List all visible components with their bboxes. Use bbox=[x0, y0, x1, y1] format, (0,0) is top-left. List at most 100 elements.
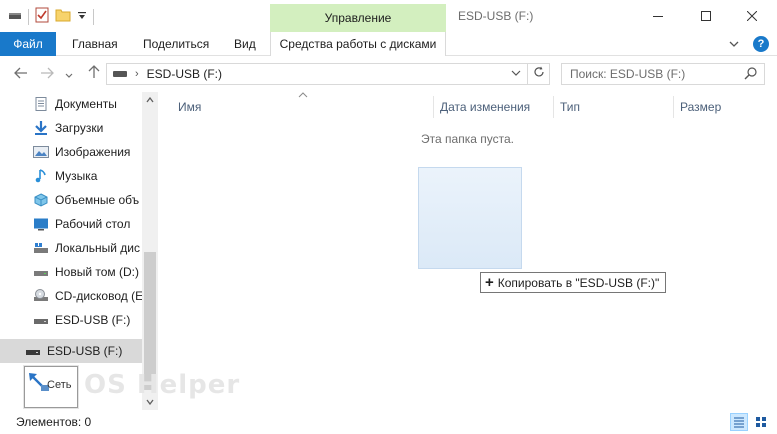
title-bar: Управление ESD-USB (F:) bbox=[0, 0, 777, 32]
details-view-icon bbox=[734, 417, 744, 428]
sidebar-item-pictures[interactable]: Изображения bbox=[0, 140, 142, 164]
minimize-icon bbox=[653, 16, 663, 17]
tab-home[interactable]: Главная bbox=[60, 32, 130, 56]
properties-icon[interactable] bbox=[35, 7, 49, 26]
dragged-network-item: Сеть bbox=[24, 366, 78, 408]
sidebar-item-label: Изображения bbox=[55, 145, 131, 159]
maximize-button[interactable] bbox=[686, 4, 726, 28]
sidebar-item-label: Новый том (D:) bbox=[55, 265, 139, 279]
sidebar-item-label: CD-дисковод (E bbox=[55, 289, 142, 303]
dragged-item-label: Сеть bbox=[47, 379, 72, 391]
sidebar-item-music[interactable]: Музыка bbox=[0, 164, 142, 188]
sidebar-item-label: Музыка bbox=[55, 169, 98, 183]
drop-tooltip: + Копировать в "ESD-USB (F:)" bbox=[480, 272, 667, 293]
details-view-button[interactable] bbox=[730, 413, 748, 431]
context-tab-group-manage: Управление bbox=[270, 4, 446, 32]
column-header-date[interactable]: Дата изменения bbox=[440, 96, 530, 118]
recent-locations-button[interactable] bbox=[58, 64, 80, 84]
address-path[interactable]: ESD-USB (F:) bbox=[147, 67, 222, 81]
arrow-up-icon bbox=[88, 65, 100, 78]
customize-toolbar-icon[interactable] bbox=[77, 10, 87, 24]
address-history-dropdown[interactable] bbox=[507, 65, 525, 83]
toolbar-divider bbox=[28, 8, 29, 25]
watermark-logo: OS Helper bbox=[84, 370, 241, 400]
window-title: ESD-USB (F:) bbox=[458, 9, 534, 23]
expand-ribbon-button[interactable] bbox=[729, 37, 739, 51]
column-header-name[interactable]: Имя bbox=[178, 96, 201, 118]
sidebar-item-downloads[interactable]: Загрузки bbox=[0, 116, 142, 140]
sidebar-item-label: Рабочий стол bbox=[55, 217, 131, 231]
up-button[interactable] bbox=[83, 64, 105, 84]
large-icons-view-icon bbox=[756, 417, 766, 427]
column-divider[interactable] bbox=[673, 96, 674, 118]
sort-ascending-icon bbox=[298, 90, 308, 101]
search-icon[interactable] bbox=[744, 66, 758, 83]
address-bar[interactable]: › ESD-USB (F:) bbox=[106, 63, 550, 85]
forward-button[interactable] bbox=[36, 64, 58, 84]
search-input[interactable]: Поиск: ESD-USB (F:) bbox=[561, 63, 765, 85]
column-divider[interactable] bbox=[433, 96, 434, 118]
status-bar: Элементов: 0 bbox=[0, 410, 777, 434]
usb-drive-icon bbox=[34, 319, 48, 324]
large-icons-view-button[interactable] bbox=[752, 413, 770, 431]
pictures-icon bbox=[33, 146, 49, 158]
item-count: Элементов: 0 bbox=[16, 415, 92, 429]
drive-icon[interactable] bbox=[8, 9, 22, 24]
chevron-down-icon bbox=[65, 73, 73, 78]
tab-view[interactable]: Вид bbox=[222, 32, 268, 56]
cd-drive-icon bbox=[34, 289, 48, 301]
chevron-right-icon[interactable]: › bbox=[135, 68, 139, 80]
plus-icon: + bbox=[485, 274, 494, 291]
sidebar-item-label: ESD-USB (F:) bbox=[55, 313, 131, 327]
column-header-size[interactable]: Размер bbox=[680, 96, 721, 118]
close-icon bbox=[747, 11, 757, 21]
help-button[interactable]: ? bbox=[753, 36, 769, 52]
sidebar-item-documents[interactable]: Документы bbox=[0, 92, 142, 116]
sidebar-item-label: Локальный дис bbox=[55, 241, 140, 255]
quick-access-toolbar bbox=[8, 7, 94, 26]
tab-file[interactable]: Файл bbox=[0, 32, 56, 56]
sidebar-item-new-volume-d[interactable]: Новый том (D:) bbox=[0, 260, 142, 284]
minimize-button[interactable] bbox=[638, 4, 678, 28]
arrow-right-icon bbox=[41, 67, 54, 79]
sidebar-item-esd-usb[interactable]: ESD-USB (F:) bbox=[0, 308, 142, 332]
nav-pane-scrollbar[interactable] bbox=[142, 92, 158, 410]
music-icon bbox=[35, 169, 46, 183]
new-folder-icon[interactable] bbox=[55, 8, 71, 25]
close-button[interactable] bbox=[732, 4, 772, 28]
tab-share[interactable]: Поделиться bbox=[131, 32, 221, 56]
local-disk-icon bbox=[34, 243, 48, 253]
usb-drive-icon bbox=[26, 350, 40, 355]
chevron-down-icon bbox=[729, 41, 739, 47]
drive-icon bbox=[34, 271, 48, 276]
scroll-up-button[interactable] bbox=[142, 92, 158, 108]
downloads-icon bbox=[35, 121, 47, 135]
file-list[interactable]: Имя Дата изменения Тип Размер Эта папка … bbox=[158, 92, 777, 410]
documents-icon bbox=[35, 97, 47, 111]
tab-drive-tools[interactable]: Средства работы с дисками bbox=[270, 32, 446, 56]
sidebar-item-label: ESD-USB (F:) bbox=[47, 344, 123, 358]
ribbon-tabs: Файл Главная Поделиться Вид Средства раб… bbox=[0, 32, 777, 56]
empty-folder-message: Эта папка пуста. bbox=[421, 132, 514, 146]
refresh-icon bbox=[533, 66, 544, 77]
sidebar-item-esd-usb-selected[interactable]: ESD-USB (F:) bbox=[0, 339, 142, 363]
sidebar-item-local-disk[interactable]: Локальный дис bbox=[0, 236, 142, 260]
3d-objects-icon bbox=[34, 193, 48, 207]
search-placeholder: Поиск: ESD-USB (F:) bbox=[570, 67, 686, 81]
sidebar-item-desktop[interactable]: Рабочий стол bbox=[0, 212, 142, 236]
chevron-down-icon bbox=[511, 70, 521, 76]
refresh-button[interactable] bbox=[527, 64, 549, 84]
drop-tooltip-text: Копировать в "ESD-USB (F:)" bbox=[497, 275, 660, 290]
toolbar-divider bbox=[93, 8, 94, 25]
drive-icon bbox=[113, 71, 127, 77]
sidebar-item-3d-objects[interactable]: Объемные объ bbox=[0, 188, 142, 212]
column-header-type[interactable]: Тип bbox=[560, 96, 580, 118]
desktop-icon bbox=[34, 218, 48, 231]
back-button[interactable] bbox=[10, 64, 32, 84]
ribbon-right-controls: ? bbox=[729, 36, 769, 52]
maximize-icon bbox=[701, 11, 711, 21]
sidebar-item-label: Объемные объ bbox=[55, 193, 140, 207]
address-row: › ESD-USB (F:) Поиск: ESD-USB (F:) bbox=[0, 56, 777, 92]
column-divider[interactable] bbox=[553, 96, 554, 118]
sidebar-item-cd-drive[interactable]: CD-дисковод (E bbox=[0, 284, 142, 308]
